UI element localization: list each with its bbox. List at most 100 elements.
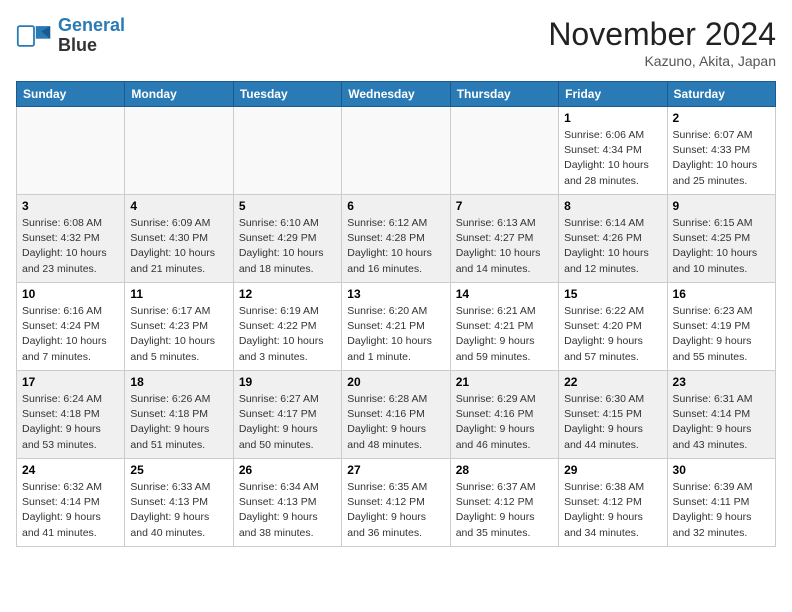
day-number: 26 bbox=[239, 463, 336, 477]
day-info: Sunrise: 6:31 AMSunset: 4:14 PMDaylight:… bbox=[673, 392, 770, 453]
day-number: 23 bbox=[673, 375, 770, 389]
day-number: 29 bbox=[564, 463, 661, 477]
table-cell: 26 Sunrise: 6:34 AMSunset: 4:13 PMDayligh… bbox=[233, 459, 341, 547]
day-number: 6 bbox=[347, 199, 444, 213]
day-info: Sunrise: 6:19 AMSunset: 4:22 PMDaylight:… bbox=[239, 304, 336, 365]
col-friday: Friday bbox=[559, 82, 667, 107]
day-info: Sunrise: 6:34 AMSunset: 4:13 PMDaylight:… bbox=[239, 480, 336, 541]
week-row-4: 17 Sunrise: 6:24 AMSunset: 4:18 PMDayligh… bbox=[17, 371, 776, 459]
logo: General Blue bbox=[16, 16, 125, 56]
col-wednesday: Wednesday bbox=[342, 82, 450, 107]
table-cell: 13 Sunrise: 6:20 AMSunset: 4:21 PMDayligh… bbox=[342, 283, 450, 371]
table-cell: 30 Sunrise: 6:39 AMSunset: 4:11 PMDayligh… bbox=[667, 459, 775, 547]
table-cell: 14 Sunrise: 6:21 AMSunset: 4:21 PMDayligh… bbox=[450, 283, 558, 371]
title-block: November 2024 Kazuno, Akita, Japan bbox=[548, 16, 776, 69]
location: Kazuno, Akita, Japan bbox=[548, 53, 776, 69]
day-number: 20 bbox=[347, 375, 444, 389]
day-info: Sunrise: 6:29 AMSunset: 4:16 PMDaylight:… bbox=[456, 392, 553, 453]
day-number: 28 bbox=[456, 463, 553, 477]
page-header: General Blue November 2024 Kazuno, Akita… bbox=[16, 16, 776, 69]
table-cell: 10Sunrise: 6:16 AMSunset: 4:24 PMDayligh… bbox=[17, 283, 125, 371]
day-info: Sunrise: 6:27 AMSunset: 4:17 PMDaylight:… bbox=[239, 392, 336, 453]
table-cell: 25Sunrise: 6:33 AMSunset: 4:13 PMDayligh… bbox=[125, 459, 233, 547]
table-cell bbox=[125, 107, 233, 195]
week-row-1: 1Sunrise: 6:06 AMSunset: 4:34 PMDaylight… bbox=[17, 107, 776, 195]
day-number: 15 bbox=[564, 287, 661, 301]
day-info: Sunrise: 6:07 AMSunset: 4:33 PMDaylight:… bbox=[673, 128, 770, 189]
table-cell bbox=[450, 107, 558, 195]
day-info: Sunrise: 6:20 AMSunset: 4:21 PMDaylight:… bbox=[347, 304, 444, 365]
day-number: 2 bbox=[673, 111, 770, 125]
day-number: 4 bbox=[130, 199, 227, 213]
calendar: Sunday Monday Tuesday Wednesday Thursday… bbox=[16, 81, 776, 547]
table-cell: 23 Sunrise: 6:31 AMSunset: 4:14 PMDayligh… bbox=[667, 371, 775, 459]
day-number: 14 bbox=[456, 287, 553, 301]
table-cell: 16 Sunrise: 6:23 AMSunset: 4:19 PMDayligh… bbox=[667, 283, 775, 371]
day-info: Sunrise: 6:22 AMSunset: 4:20 PMDaylight:… bbox=[564, 304, 661, 365]
table-cell: 4 Sunrise: 6:09 AMSunset: 4:30 PMDaylight… bbox=[125, 195, 233, 283]
day-number: 13 bbox=[347, 287, 444, 301]
logo-line1: General bbox=[58, 15, 125, 35]
table-cell: 22Sunrise: 6:30 AMSunset: 4:15 PMDayligh… bbox=[559, 371, 667, 459]
day-info: Sunrise: 6:39 AMSunset: 4:11 PMDaylight:… bbox=[673, 480, 770, 541]
day-number: 21 bbox=[456, 375, 553, 389]
day-number: 16 bbox=[673, 287, 770, 301]
col-saturday: Saturday bbox=[667, 82, 775, 107]
table-cell: 2 Sunrise: 6:07 AMSunset: 4:33 PMDaylight… bbox=[667, 107, 775, 195]
table-cell: 24Sunrise: 6:32 AMSunset: 4:14 PMDayligh… bbox=[17, 459, 125, 547]
table-cell: 28 Sunrise: 6:37 AMSunset: 4:12 PMDayligh… bbox=[450, 459, 558, 547]
table-cell: 5 Sunrise: 6:10 AMSunset: 4:29 PMDaylight… bbox=[233, 195, 341, 283]
col-tuesday: Tuesday bbox=[233, 82, 341, 107]
day-number: 8 bbox=[564, 199, 661, 213]
table-cell: 6 Sunrise: 6:12 AMSunset: 4:28 PMDaylight… bbox=[342, 195, 450, 283]
week-row-3: 10Sunrise: 6:16 AMSunset: 4:24 PMDayligh… bbox=[17, 283, 776, 371]
day-number: 3 bbox=[22, 199, 119, 213]
table-cell: 7Sunrise: 6:13 AMSunset: 4:27 PMDaylight… bbox=[450, 195, 558, 283]
day-info: Sunrise: 6:38 AMSunset: 4:12 PMDaylight:… bbox=[564, 480, 661, 541]
day-number: 17 bbox=[22, 375, 119, 389]
day-info: Sunrise: 6:24 AMSunset: 4:18 PMDaylight:… bbox=[22, 392, 119, 453]
day-info: Sunrise: 6:10 AMSunset: 4:29 PMDaylight:… bbox=[239, 216, 336, 277]
day-info: Sunrise: 6:08 AMSunset: 4:32 PMDaylight:… bbox=[22, 216, 119, 277]
col-sunday: Sunday bbox=[17, 82, 125, 107]
table-cell: 9Sunrise: 6:15 AMSunset: 4:25 PMDaylight… bbox=[667, 195, 775, 283]
calendar-header-row: Sunday Monday Tuesday Wednesday Thursday… bbox=[17, 82, 776, 107]
week-row-2: 3 Sunrise: 6:08 AMSunset: 4:32 PMDaylight… bbox=[17, 195, 776, 283]
logo-line2: Blue bbox=[58, 36, 125, 56]
day-info: Sunrise: 6:23 AMSunset: 4:19 PMDaylight:… bbox=[673, 304, 770, 365]
day-number: 10 bbox=[22, 287, 119, 301]
day-number: 25 bbox=[130, 463, 227, 477]
day-info: Sunrise: 6:37 AMSunset: 4:12 PMDaylight:… bbox=[456, 480, 553, 541]
day-number: 27 bbox=[347, 463, 444, 477]
day-number: 24 bbox=[22, 463, 119, 477]
table-cell bbox=[233, 107, 341, 195]
day-info: Sunrise: 6:13 AMSunset: 4:27 PMDaylight:… bbox=[456, 216, 553, 277]
day-number: 18 bbox=[130, 375, 227, 389]
day-info: Sunrise: 6:12 AMSunset: 4:28 PMDaylight:… bbox=[347, 216, 444, 277]
table-cell: 17 Sunrise: 6:24 AMSunset: 4:18 PMDayligh… bbox=[17, 371, 125, 459]
day-number: 5 bbox=[239, 199, 336, 213]
day-number: 1 bbox=[564, 111, 661, 125]
logo-text: General Blue bbox=[58, 16, 125, 56]
table-cell: 11Sunrise: 6:17 AMSunset: 4:23 PMDayligh… bbox=[125, 283, 233, 371]
table-cell: 8 Sunrise: 6:14 AMSunset: 4:26 PMDaylight… bbox=[559, 195, 667, 283]
day-info: Sunrise: 6:09 AMSunset: 4:30 PMDaylight:… bbox=[130, 216, 227, 277]
table-cell: 29 Sunrise: 6:38 AMSunset: 4:12 PMDayligh… bbox=[559, 459, 667, 547]
day-info: Sunrise: 6:14 AMSunset: 4:26 PMDaylight:… bbox=[564, 216, 661, 277]
table-cell: 20Sunrise: 6:28 AMSunset: 4:16 PMDayligh… bbox=[342, 371, 450, 459]
day-info: Sunrise: 6:21 AMSunset: 4:21 PMDaylight:… bbox=[456, 304, 553, 365]
day-number: 12 bbox=[239, 287, 336, 301]
table-cell: 18 Sunrise: 6:26 AMSunset: 4:18 PMDayligh… bbox=[125, 371, 233, 459]
table-cell: 19 Sunrise: 6:27 AMSunset: 4:17 PMDayligh… bbox=[233, 371, 341, 459]
table-cell bbox=[342, 107, 450, 195]
day-info: Sunrise: 6:30 AMSunset: 4:15 PMDaylight:… bbox=[564, 392, 661, 453]
table-cell: 12 Sunrise: 6:19 AMSunset: 4:22 PMDayligh… bbox=[233, 283, 341, 371]
day-number: 30 bbox=[673, 463, 770, 477]
day-number: 19 bbox=[239, 375, 336, 389]
day-info: Sunrise: 6:35 AMSunset: 4:12 PMDaylight:… bbox=[347, 480, 444, 541]
col-thursday: Thursday bbox=[450, 82, 558, 107]
table-cell: 27 Sunrise: 6:35 AMSunset: 4:12 PMDayligh… bbox=[342, 459, 450, 547]
table-cell: 21 Sunrise: 6:29 AMSunset: 4:16 PMDayligh… bbox=[450, 371, 558, 459]
day-info: Sunrise: 6:15 AMSunset: 4:25 PMDaylight:… bbox=[673, 216, 770, 277]
day-info: Sunrise: 6:26 AMSunset: 4:18 PMDaylight:… bbox=[130, 392, 227, 453]
